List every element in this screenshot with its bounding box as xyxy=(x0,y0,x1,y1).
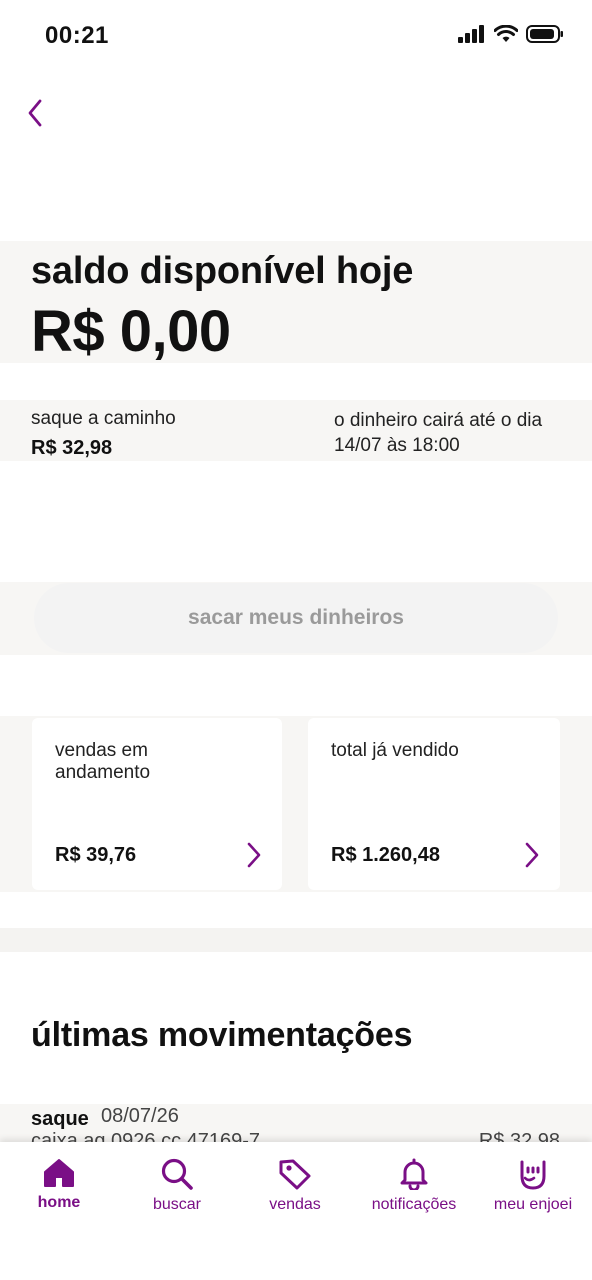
withdrawal-info: o dinheiro cairá até o dia 14/07 às 18:0… xyxy=(334,410,543,456)
nav-item-home[interactable]: home xyxy=(0,1142,118,1232)
wifi-icon xyxy=(494,25,518,42)
withdrawal-value: R$ 32,98 xyxy=(31,437,113,459)
card-value: R$ 1.260,48 xyxy=(331,844,440,866)
sales-in-progress-card[interactable]: vendas em andamento R$ 39,76 xyxy=(32,718,282,890)
home-icon xyxy=(44,1159,74,1187)
nav-label-notifications: notificações xyxy=(371,1196,457,1213)
nav-item-notifications[interactable]: notificações xyxy=(355,1142,473,1232)
total-sold-card[interactable]: total já vendido R$ 1.260,48 xyxy=(308,718,560,890)
chevron-left-icon xyxy=(28,99,42,127)
nav-label-sales: vendas xyxy=(269,1196,321,1213)
nav-label-home: home xyxy=(37,1194,81,1211)
back-button[interactable] xyxy=(20,95,50,131)
movements-title: últimas movimentações xyxy=(31,1016,413,1054)
nav-item-my-account[interactable]: meu enjoei xyxy=(474,1142,592,1232)
nav-label-my-account: meu enjoei xyxy=(493,1196,573,1213)
nav-item-sales[interactable]: vendas xyxy=(236,1142,354,1232)
battery-icon xyxy=(526,25,563,43)
chevron-right-icon xyxy=(247,842,261,868)
balance-label: saldo disponível hoje xyxy=(31,250,414,292)
movement-date: 08/07/26 xyxy=(101,1105,179,1127)
movement-type: saque xyxy=(31,1108,89,1130)
card-value: R$ 39,76 xyxy=(55,844,137,866)
nav-label-search: buscar xyxy=(152,1196,202,1213)
tag-icon xyxy=(279,1159,311,1190)
balance-value: R$ 0,00 xyxy=(31,299,231,364)
bell-icon xyxy=(400,1158,428,1190)
card-title: vendas em andamento xyxy=(55,740,151,783)
withdraw-button[interactable]: sacar meus dinheiros xyxy=(34,583,558,653)
nav-item-search[interactable]: buscar xyxy=(118,1142,236,1232)
rock-hand-icon xyxy=(520,1160,546,1190)
withdrawal-label: saque a caminho xyxy=(31,408,176,429)
bottom-nav: home buscar vendas notificações meu enjo… xyxy=(0,1142,592,1280)
search-icon xyxy=(161,1158,193,1190)
status-time: 00:21 xyxy=(45,22,109,49)
chevron-right-icon xyxy=(525,842,539,868)
card-title: total já vendido xyxy=(331,740,459,761)
signal-icon xyxy=(458,25,484,43)
divider xyxy=(0,928,592,952)
status-icons xyxy=(458,24,564,44)
